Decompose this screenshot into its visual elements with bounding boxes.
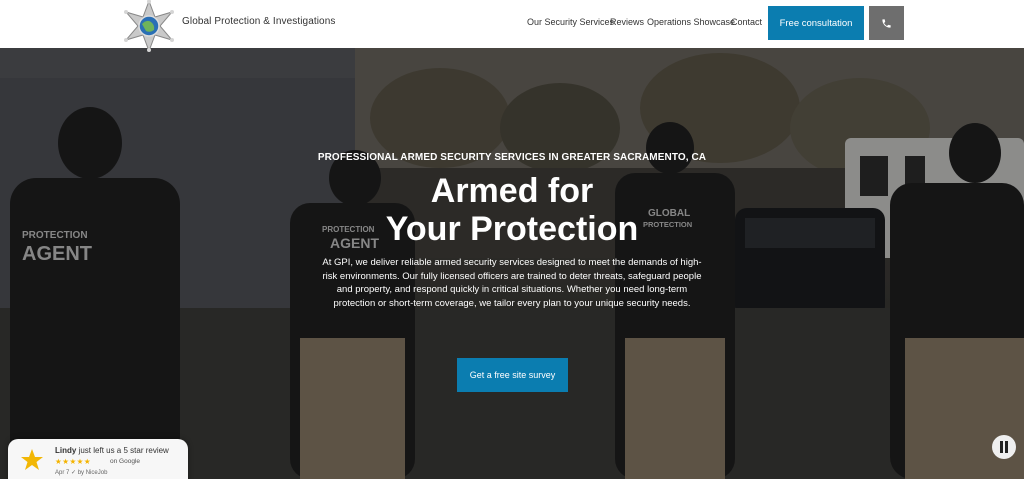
- phone-icon: [882, 18, 891, 28]
- hero-title-line1: Armed for: [430, 172, 594, 210]
- hero-title-line2: Your Protection: [385, 210, 639, 248]
- site-header: Global Protection & Investigations Our S…: [0, 0, 1024, 52]
- hero-section: PROTECTION AGENT PROTECTION AGENT GLOBAL…: [0, 48, 1024, 479]
- video-pause-button[interactable]: [992, 435, 1016, 459]
- logo-star-badge-icon[interactable]: [120, 0, 178, 52]
- review-meta: Apr 7 ✓ by NiceJob: [55, 469, 107, 476]
- review-platform: on Google: [110, 458, 140, 465]
- nav-contact[interactable]: Contact: [731, 17, 762, 27]
- pause-icon: [1000, 441, 1008, 453]
- gold-star-icon: [21, 449, 43, 470]
- check-icon: ✓: [71, 470, 78, 476]
- nav-operations-showcase[interactable]: Operations Showcase: [647, 17, 735, 27]
- review-message: Lindy just left us a 5 star review: [55, 446, 169, 455]
- nav-reviews[interactable]: Reviews: [610, 17, 644, 27]
- hero-description: At GPI, we deliver reliable armed securi…: [322, 257, 702, 309]
- brand-name[interactable]: Global Protection & Investigations: [182, 16, 335, 27]
- phone-button[interactable]: [869, 6, 904, 40]
- review-date: Apr 7: [55, 470, 70, 476]
- hero-eyebrow: PROFESSIONAL ARMED SECURITY SERVICES IN …: [317, 152, 707, 163]
- nav-our-security-services[interactable]: Our Security Services: [527, 17, 614, 27]
- rating-stars: ★★★★★: [55, 457, 92, 466]
- free-site-survey-button[interactable]: Get a free site survey: [457, 358, 568, 392]
- reviewer-name: Lindy: [55, 446, 77, 455]
- review-notification-widget[interactable]: Lindy just left us a 5 star review ★★★★★…: [8, 439, 188, 479]
- free-consultation-button[interactable]: Free consultation: [768, 6, 864, 40]
- review-verified: by NiceJob: [77, 470, 108, 476]
- hero-title: Armed for Your Protection: [262, 172, 762, 248]
